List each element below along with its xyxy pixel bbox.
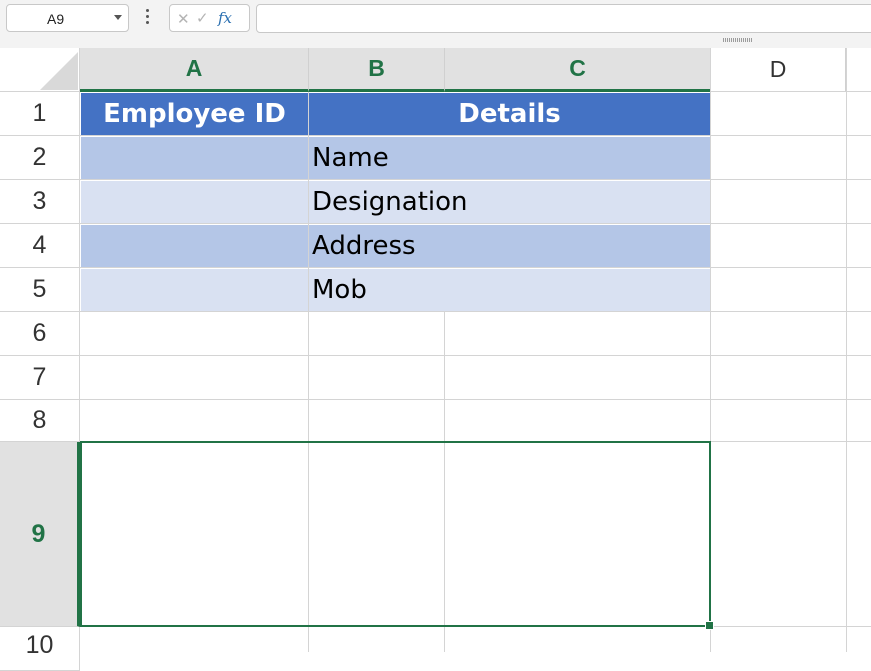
cell-b1-merged[interactable]: Details bbox=[309, 93, 710, 135]
cell-b5[interactable]: Mob bbox=[309, 269, 710, 311]
row-header-10[interactable]: 10 bbox=[0, 627, 80, 671]
resize-grip-icon[interactable] bbox=[723, 38, 753, 42]
cell-a1[interactable]: Employee ID bbox=[81, 93, 308, 135]
cell-b4[interactable]: Address bbox=[309, 225, 710, 267]
row-header-1[interactable]: 1 bbox=[0, 92, 80, 136]
formula-bar: A9 ✕ ✓ fx bbox=[0, 0, 871, 48]
formula-input[interactable] bbox=[256, 4, 871, 33]
row-header-4[interactable]: 4 bbox=[0, 224, 80, 268]
column-header-c[interactable]: C bbox=[445, 48, 711, 92]
close-icon[interactable]: ✕ bbox=[177, 10, 190, 28]
row-header-6[interactable]: 6 bbox=[0, 312, 80, 356]
selected-range-a9[interactable] bbox=[80, 441, 711, 627]
row-header-9[interactable]: 9 bbox=[0, 442, 80, 627]
row-header-7[interactable]: 7 bbox=[0, 356, 80, 400]
cell-b3[interactable]: Designation bbox=[309, 181, 710, 223]
cell-a4[interactable] bbox=[81, 225, 308, 267]
cell-a2[interactable] bbox=[81, 137, 308, 179]
row-header-3[interactable]: 3 bbox=[0, 180, 80, 224]
more-options-icon[interactable] bbox=[146, 9, 150, 27]
cell-b2[interactable]: Name bbox=[309, 137, 710, 179]
column-header-d[interactable]: D bbox=[710, 48, 846, 92]
gridline bbox=[80, 355, 871, 356]
row-header-5[interactable]: 5 bbox=[0, 268, 80, 312]
column-header-a[interactable]: A bbox=[80, 48, 309, 92]
column-header-b[interactable]: B bbox=[309, 48, 445, 92]
gridline bbox=[80, 311, 871, 312]
chevron-down-icon[interactable] bbox=[114, 15, 122, 20]
select-all-triangle-icon[interactable] bbox=[40, 52, 78, 90]
name-box[interactable]: A9 bbox=[6, 4, 129, 32]
cell-a3[interactable] bbox=[81, 181, 308, 223]
column-header-e[interactable] bbox=[846, 48, 871, 92]
gridline bbox=[80, 399, 871, 400]
check-icon[interactable]: ✓ bbox=[196, 9, 209, 27]
cell-a5[interactable] bbox=[81, 269, 308, 311]
gridline bbox=[80, 267, 871, 268]
formula-controls: ✕ ✓ fx bbox=[169, 4, 250, 32]
name-box-value[interactable]: A9 bbox=[47, 11, 64, 27]
row-header-8[interactable]: 8 bbox=[0, 400, 80, 442]
row-header-2[interactable]: 2 bbox=[0, 136, 80, 180]
gridline bbox=[846, 92, 847, 652]
gridline bbox=[80, 179, 871, 180]
gridline bbox=[80, 135, 871, 136]
gridline bbox=[80, 223, 871, 224]
insert-function-icon[interactable]: fx bbox=[218, 9, 232, 27]
fill-handle[interactable] bbox=[705, 621, 714, 630]
